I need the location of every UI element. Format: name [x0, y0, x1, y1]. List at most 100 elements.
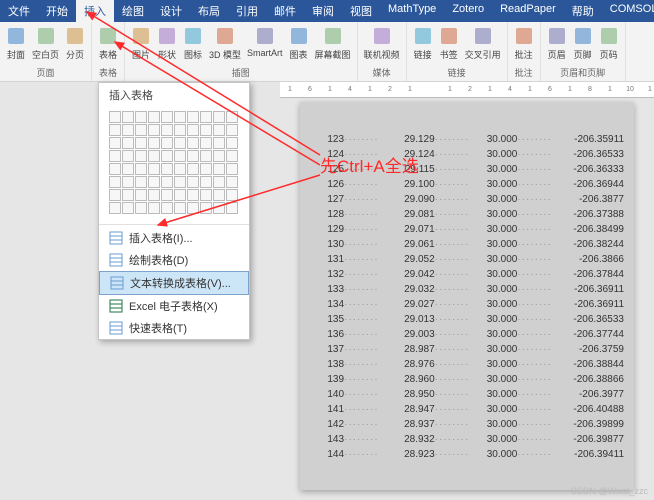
- grid-cell[interactable]: [135, 137, 147, 149]
- grid-cell[interactable]: [174, 176, 186, 188]
- table-row[interactable]: 123········29.129········30.000········-…: [320, 132, 624, 147]
- ribbon-item[interactable]: 封面: [4, 24, 28, 65]
- ribbon-item[interactable]: 书签: [437, 24, 461, 65]
- tab-13[interactable]: 帮助: [564, 0, 602, 22]
- ribbon-item[interactable]: 交叉引用: [463, 24, 503, 65]
- grid-cell[interactable]: [226, 137, 238, 149]
- table-row[interactable]: 137········28.987········30.000········-…: [320, 342, 624, 357]
- grid-cell[interactable]: [187, 176, 199, 188]
- grid-cell[interactable]: [122, 150, 134, 162]
- grid-cell[interactable]: [187, 137, 199, 149]
- grid-cell[interactable]: [109, 137, 121, 149]
- ribbon-item[interactable]: 空白页: [30, 24, 61, 65]
- grid-cell[interactable]: [161, 137, 173, 149]
- grid-cell[interactable]: [148, 111, 160, 123]
- ribbon-item[interactable]: SmartArt: [245, 24, 285, 65]
- table-row[interactable]: 130········29.061········30.000········-…: [320, 237, 624, 252]
- dropdown-item[interactable]: 快速表格(T): [99, 317, 249, 339]
- grid-cell[interactable]: [213, 137, 225, 149]
- grid-cell[interactable]: [109, 176, 121, 188]
- grid-cell[interactable]: [109, 163, 121, 175]
- ribbon-item[interactable]: 批注: [512, 24, 536, 65]
- table-row[interactable]: 127········29.090········30.000········-…: [320, 192, 624, 207]
- ribbon-item[interactable]: 分页: [63, 24, 87, 65]
- grid-cell[interactable]: [148, 150, 160, 162]
- ribbon-item[interactable]: 屏幕截图: [313, 24, 353, 65]
- grid-cell[interactable]: [200, 150, 212, 162]
- grid-cell[interactable]: [226, 176, 238, 188]
- tab-5[interactable]: 布局: [190, 0, 228, 22]
- ribbon-item[interactable]: 3D 模型: [207, 24, 243, 65]
- grid-cell[interactable]: [200, 111, 212, 123]
- grid-cell[interactable]: [122, 189, 134, 201]
- grid-cell[interactable]: [135, 202, 147, 214]
- grid-cell[interactable]: [135, 189, 147, 201]
- table-row[interactable]: 131········29.052········30.000········-…: [320, 252, 624, 267]
- grid-cell[interactable]: [135, 176, 147, 188]
- grid-cell[interactable]: [213, 111, 225, 123]
- grid-cell[interactable]: [226, 111, 238, 123]
- grid-cell[interactable]: [226, 189, 238, 201]
- grid-cell[interactable]: [122, 111, 134, 123]
- grid-cell[interactable]: [122, 176, 134, 188]
- dropdown-item[interactable]: 插入表格(I)...: [99, 227, 249, 249]
- tab-0[interactable]: 文件: [0, 0, 38, 22]
- grid-cell[interactable]: [213, 189, 225, 201]
- grid-cell[interactable]: [109, 189, 121, 201]
- grid-cell[interactable]: [226, 202, 238, 214]
- table-row[interactable]: 143········28.932········30.000········-…: [320, 432, 624, 447]
- ribbon-item[interactable]: 页脚: [571, 24, 595, 65]
- grid-cell[interactable]: [161, 124, 173, 136]
- grid-cell[interactable]: [200, 137, 212, 149]
- tab-4[interactable]: 设计: [152, 0, 190, 22]
- grid-cell[interactable]: [148, 202, 160, 214]
- table-row[interactable]: 142········28.937········30.000········-…: [320, 417, 624, 432]
- grid-cell[interactable]: [135, 111, 147, 123]
- grid-cell[interactable]: [226, 150, 238, 162]
- dropdown-item[interactable]: Excel 电子表格(X): [99, 295, 249, 317]
- table-row[interactable]: 140········28.950········30.000········-…: [320, 387, 624, 402]
- ribbon-item[interactable]: 页码: [597, 24, 621, 65]
- grid-cell[interactable]: [148, 124, 160, 136]
- grid-cell[interactable]: [213, 150, 225, 162]
- table-row[interactable]: 144········28.923········30.000········-…: [320, 447, 624, 462]
- grid-cell[interactable]: [161, 176, 173, 188]
- ribbon-item[interactable]: 表格: [96, 24, 120, 65]
- tab-14[interactable]: COMSOL: [602, 0, 654, 22]
- tab-8[interactable]: 审阅: [304, 0, 342, 22]
- grid-cell[interactable]: [148, 163, 160, 175]
- tab-6[interactable]: 引用: [228, 0, 266, 22]
- grid-cell[interactable]: [135, 124, 147, 136]
- grid-cell[interactable]: [174, 111, 186, 123]
- grid-cell[interactable]: [174, 150, 186, 162]
- grid-cell[interactable]: [200, 163, 212, 175]
- grid-cell[interactable]: [109, 202, 121, 214]
- grid-picker[interactable]: [99, 107, 249, 222]
- grid-cell[interactable]: [161, 189, 173, 201]
- grid-cell[interactable]: [122, 163, 134, 175]
- grid-cell[interactable]: [226, 163, 238, 175]
- table-row[interactable]: 136········29.003········30.000········-…: [320, 327, 624, 342]
- grid-cell[interactable]: [187, 163, 199, 175]
- grid-cell[interactable]: [213, 176, 225, 188]
- grid-cell[interactable]: [213, 163, 225, 175]
- grid-cell[interactable]: [122, 124, 134, 136]
- grid-cell[interactable]: [174, 124, 186, 136]
- grid-cell[interactable]: [187, 202, 199, 214]
- table-row[interactable]: 139········28.960········30.000········-…: [320, 372, 624, 387]
- grid-cell[interactable]: [187, 124, 199, 136]
- grid-cell[interactable]: [213, 202, 225, 214]
- tab-7[interactable]: 邮件: [266, 0, 304, 22]
- tab-1[interactable]: 开始: [38, 0, 76, 22]
- grid-cell[interactable]: [174, 163, 186, 175]
- tab-2[interactable]: 插入: [76, 0, 114, 22]
- ribbon-item[interactable]: 联机视频: [362, 24, 402, 65]
- tab-11[interactable]: Zotero: [444, 0, 492, 22]
- grid-cell[interactable]: [174, 202, 186, 214]
- grid-cell[interactable]: [148, 176, 160, 188]
- table-row[interactable]: 126········29.100········30.000········-…: [320, 177, 624, 192]
- grid-cell[interactable]: [148, 189, 160, 201]
- tab-12[interactable]: ReadPaper: [492, 0, 564, 22]
- grid-cell[interactable]: [109, 111, 121, 123]
- grid-cell[interactable]: [135, 150, 147, 162]
